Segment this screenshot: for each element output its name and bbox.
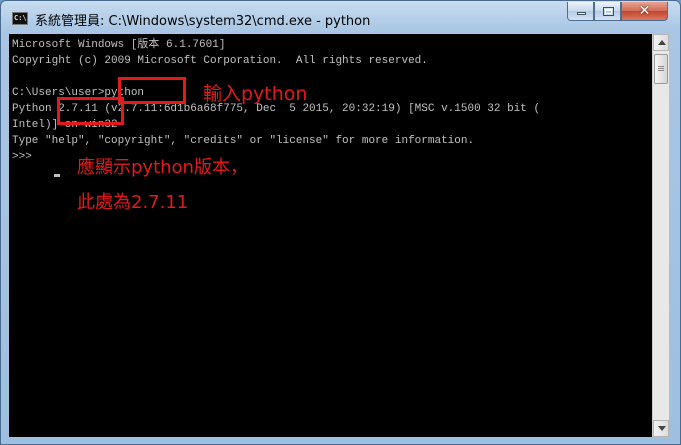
console-prompt: >>> bbox=[12, 151, 39, 163]
console-output[interactable]: Microsoft Windows [版本 6.1.7601] Copyrigh… bbox=[9, 34, 652, 437]
maximize-button[interactable] bbox=[594, 2, 621, 21]
window-title: 系統管理員: C:\Windows\system32\cmd.exe - pyt… bbox=[35, 14, 371, 29]
cmd-app-icon[interactable]: C:\ bbox=[12, 12, 28, 25]
vertical-scrollbar[interactable] bbox=[652, 34, 669, 437]
version-highlight bbox=[57, 97, 124, 125]
console-line: Type "help", "copyright", "credits" or "… bbox=[12, 135, 475, 147]
minimize-icon bbox=[577, 12, 586, 15]
version-note-line-2: 此處為2.7.11 bbox=[77, 192, 189, 213]
grip-line bbox=[658, 68, 664, 69]
version-note-line-1: 應顯示python版本， bbox=[77, 157, 248, 178]
scroll-down-button[interactable] bbox=[653, 420, 669, 437]
cmd-window: C:\ 系統管理員: C:\Windows\system32\cmd.exe -… bbox=[0, 0, 681, 445]
maximize-icon bbox=[603, 7, 614, 16]
arrow-up-icon bbox=[658, 40, 666, 45]
minimize-button[interactable] bbox=[567, 2, 594, 21]
grip-line bbox=[658, 66, 664, 67]
grip-line bbox=[658, 70, 664, 71]
input-python-note: 輸入python bbox=[203, 83, 308, 105]
close-button[interactable]: ✕ bbox=[621, 2, 668, 21]
arrow-down-icon bbox=[658, 426, 666, 431]
scroll-up-button[interactable] bbox=[653, 34, 669, 51]
console-line: Microsoft Windows [版本 6.1.7601] bbox=[12, 39, 226, 51]
text-cursor bbox=[54, 174, 60, 177]
close-icon: ✕ bbox=[638, 3, 651, 19]
title-bar[interactable]: C:\ 系統管理員: C:\Windows\system32\cmd.exe -… bbox=[1, 1, 680, 35]
scroll-thumb[interactable] bbox=[654, 54, 668, 84]
python-command-highlight bbox=[118, 77, 186, 104]
console-line: Copyright (c) 2009 Microsoft Corporation… bbox=[12, 55, 428, 67]
